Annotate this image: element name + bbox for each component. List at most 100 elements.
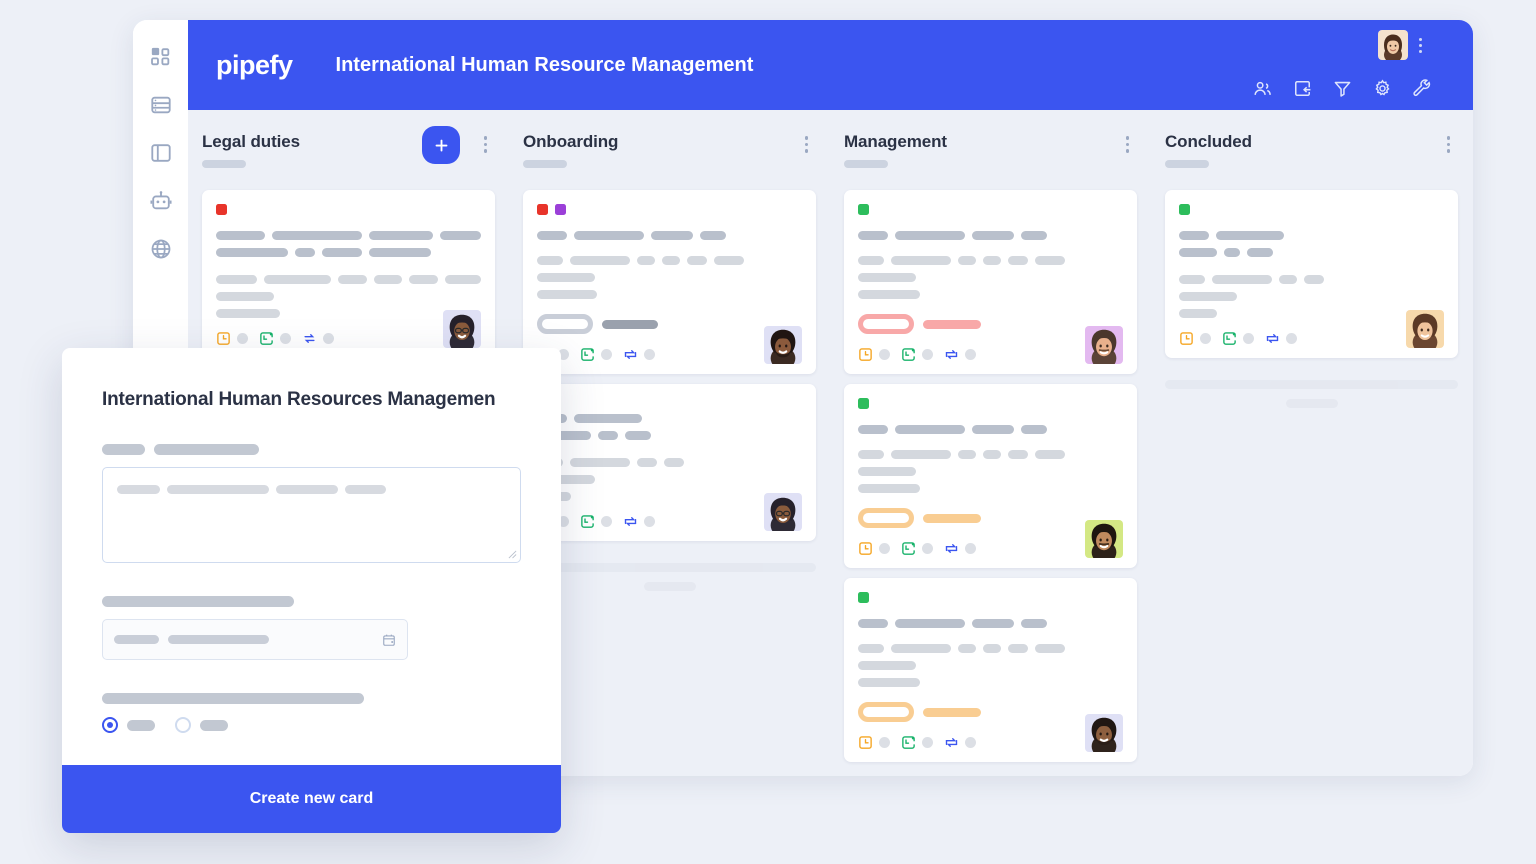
card-avatar[interactable] xyxy=(1085,520,1123,558)
card-tag-pill xyxy=(537,314,593,334)
calendar-check-icon[interactable] xyxy=(1222,331,1237,346)
card[interactable] xyxy=(1165,190,1458,358)
card[interactable] xyxy=(523,190,816,374)
inbox-in-icon[interactable] xyxy=(1293,79,1312,98)
column-count-skeleton xyxy=(1165,160,1209,168)
calendar-icon[interactable] xyxy=(382,633,396,647)
card[interactable] xyxy=(844,190,1137,374)
pipefy-logo[interactable]: pipefy xyxy=(216,51,293,79)
footer-dot xyxy=(965,543,976,554)
gear-icon[interactable] xyxy=(1373,79,1392,98)
card-body-skeleton-2 xyxy=(537,475,802,484)
column-more-options[interactable] xyxy=(1446,136,1450,153)
card-avatar[interactable] xyxy=(1085,714,1123,752)
layout-panel-icon[interactable] xyxy=(150,142,172,164)
card[interactable] xyxy=(202,190,495,358)
resize-grip-icon[interactable] xyxy=(508,550,517,559)
modal-body: International Human Resources Managemen xyxy=(62,348,561,765)
radio-group-label-skeleton xyxy=(102,693,521,704)
column-count-skeleton xyxy=(202,160,246,168)
calendar-check-icon[interactable] xyxy=(901,347,916,362)
card-title-skeleton xyxy=(537,414,802,423)
members-icon[interactable] xyxy=(1253,79,1272,98)
clock-square-icon[interactable] xyxy=(1179,331,1194,346)
card-avatar[interactable] xyxy=(764,326,802,364)
label-chip-green xyxy=(858,398,869,409)
filter-icon[interactable] xyxy=(1333,79,1352,98)
card-title-skeleton xyxy=(858,619,1123,628)
card-tag-row xyxy=(537,314,802,334)
card-body-skeleton-3 xyxy=(537,290,802,299)
card-title-skeleton-2 xyxy=(1179,248,1444,257)
clock-square-icon[interactable] xyxy=(858,541,873,556)
sync-icon[interactable] xyxy=(944,541,959,556)
sync-icon[interactable] xyxy=(623,347,638,362)
sync-icon[interactable] xyxy=(1265,331,1280,346)
label-chip-green xyxy=(1179,204,1190,215)
calendar-check-icon[interactable] xyxy=(901,541,916,556)
card-body-skeleton-2 xyxy=(858,661,1123,670)
connect-arrows-icon[interactable] xyxy=(302,331,317,346)
description-textarea[interactable] xyxy=(102,467,521,563)
card-body-skeleton xyxy=(537,256,802,265)
grid-dashboard-icon[interactable] xyxy=(150,46,172,68)
radio-option-1-label xyxy=(127,719,155,731)
column-more-options[interactable] xyxy=(483,136,487,153)
card[interactable] xyxy=(844,384,1137,568)
sync-icon[interactable] xyxy=(944,347,959,362)
card[interactable] xyxy=(844,578,1137,762)
column-title: Concluded xyxy=(1165,132,1252,151)
card-tag-row xyxy=(858,508,1123,528)
card-footer xyxy=(1179,331,1444,346)
avatar[interactable] xyxy=(1378,30,1408,60)
footer-dot xyxy=(879,349,890,360)
calendar-check-icon[interactable] xyxy=(580,347,595,362)
create-new-card-button[interactable]: Create new card xyxy=(62,765,561,833)
card-tag-pill xyxy=(858,508,914,528)
footer-dot xyxy=(237,333,248,344)
sync-icon[interactable] xyxy=(944,735,959,750)
header-toolbar xyxy=(1253,79,1432,98)
date-label-skeleton xyxy=(102,596,521,607)
card-avatar[interactable] xyxy=(764,493,802,531)
radio-option-2[interactable] xyxy=(175,717,191,733)
calendar-check-icon[interactable] xyxy=(901,735,916,750)
column-more-options[interactable] xyxy=(804,136,808,153)
calendar-check-icon[interactable] xyxy=(259,331,274,346)
card-avatar[interactable] xyxy=(443,310,481,348)
card-title-skeleton xyxy=(216,231,481,240)
card-avatar[interactable] xyxy=(1406,310,1444,348)
create-card-modal: International Human Resources Managemen xyxy=(62,348,561,833)
card-title-skeleton xyxy=(537,231,802,240)
card-body-skeleton-3 xyxy=(216,309,481,318)
column-ghost-placeholder xyxy=(523,563,816,591)
wrench-icon[interactable] xyxy=(1413,79,1432,98)
card-body-skeleton-3 xyxy=(537,492,802,501)
calendar-check-icon[interactable] xyxy=(580,514,595,529)
clock-square-icon[interactable] xyxy=(858,735,873,750)
card-body-skeleton-2 xyxy=(537,273,802,282)
card-title-skeleton-2 xyxy=(537,431,802,440)
radio-option-1[interactable] xyxy=(102,717,118,733)
card-list xyxy=(830,190,1151,762)
footer-dot xyxy=(644,516,655,527)
globe-icon[interactable] xyxy=(150,238,172,260)
robot-icon[interactable] xyxy=(149,190,172,212)
footer-dot xyxy=(280,333,291,344)
header-account-area xyxy=(1378,30,1424,60)
card-footer xyxy=(216,331,481,346)
footer-dot xyxy=(922,349,933,360)
card-tag-bar xyxy=(602,319,658,329)
database-icon[interactable] xyxy=(150,94,172,116)
due-date-field[interactable] xyxy=(102,619,408,660)
card[interactable] xyxy=(523,384,816,541)
textarea-placeholder-skeleton xyxy=(117,485,506,494)
add-card-button[interactable] xyxy=(422,126,460,164)
column-more-options[interactable] xyxy=(1125,136,1129,153)
header-more-options[interactable] xyxy=(1417,34,1424,57)
card-avatar[interactable] xyxy=(1085,326,1123,364)
modal-title: International Human Resources Managemen xyxy=(102,389,496,410)
sync-icon[interactable] xyxy=(623,514,638,529)
clock-square-icon[interactable] xyxy=(216,331,231,346)
clock-square-icon[interactable] xyxy=(858,347,873,362)
